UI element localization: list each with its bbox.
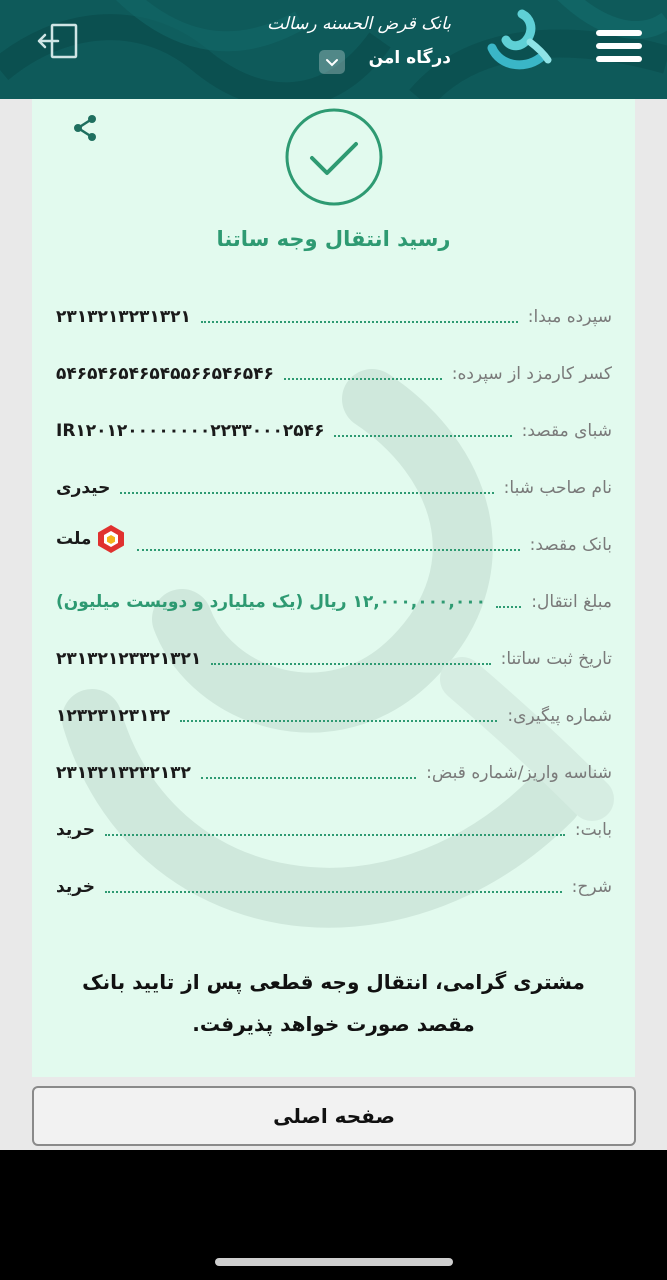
row-destination-sheba: شبای مقصد: IR۱۲۰۱۲۰۰۰۰۰۰۰۰۲۲۳۳۰۰۰۲۵۴۶ bbox=[56, 411, 612, 447]
row-label: بانک مقصد: bbox=[529, 535, 612, 555]
row-label: بابت: bbox=[574, 820, 612, 840]
row-value: ۵۴۶۵۴۶۵۴۶۵۴۵۵۶۶۵۴۶۵۴۶ bbox=[56, 364, 274, 384]
row-fee-account: کسر کارمزد از سپرده: ۵۴۶۵۴۶۵۴۶۵۴۵۵۶۶۵۴۶۵… bbox=[56, 354, 612, 390]
row-sheba-owner: نام صاحب شبا: حیدری bbox=[56, 468, 612, 504]
dotted-leader bbox=[211, 663, 491, 665]
row-satna-date: تاریخ ثبت ساتنا: ۲۳۱۳۲۱۲۳۳۲۱۳۲۱ bbox=[56, 639, 612, 675]
row-value-bank: ملت bbox=[56, 523, 127, 561]
row-value: خرید bbox=[56, 877, 96, 897]
hamburger-menu-icon[interactable] bbox=[596, 30, 642, 64]
secure-gateway-label: درگاه امن bbox=[368, 48, 451, 68]
row-label: شبای مقصد: bbox=[521, 421, 612, 441]
check-circle-icon bbox=[285, 108, 383, 206]
dotted-leader bbox=[137, 549, 520, 551]
customer-notice: مشتری گرامی، انتقال وجه قطعی پس از تایید… bbox=[82, 970, 585, 1036]
dotted-leader bbox=[495, 606, 522, 608]
dotted-leader bbox=[120, 492, 494, 494]
share-icon[interactable] bbox=[70, 113, 100, 143]
dotted-leader bbox=[180, 720, 498, 722]
logout-icon[interactable] bbox=[36, 22, 80, 60]
chevron-down-icon[interactable] bbox=[319, 50, 345, 74]
row-transfer-amount: مبلغ انتقال: ۱۲,۰۰۰,۰۰۰,۰۰۰ ریال (یک میل… bbox=[56, 582, 612, 618]
row-value: حرید bbox=[56, 820, 96, 840]
receipt-torn-edge bbox=[32, 1062, 635, 1074]
dotted-leader bbox=[105, 891, 562, 893]
row-value: IR۱۲۰۱۲۰۰۰۰۰۰۰۰۲۲۳۳۰۰۰۲۵۴۶ bbox=[56, 421, 325, 441]
row-label: تاریخ ثبت ساتنا: bbox=[500, 649, 612, 669]
receipt-title: رسید انتقال وجه ساتنا bbox=[216, 227, 451, 251]
row-destination-bank: بانک مقصد: ملت bbox=[56, 525, 612, 561]
row-value: ۲۳۱۳۲۱۳۲۳۲۱۳۲ bbox=[56, 763, 191, 783]
row-value: ۱۲۳۲۳۱۲۳۱۳۲ bbox=[56, 706, 171, 726]
home-page-button[interactable]: صفحه اصلی bbox=[32, 1086, 636, 1146]
dotted-leader bbox=[283, 378, 442, 380]
row-label: نام صاحب شبا: bbox=[503, 478, 612, 498]
dotted-leader bbox=[200, 321, 518, 323]
row-label: شرح: bbox=[571, 877, 612, 897]
row-value: ۲۳۱۳۲۱۳۲۳۱۳۲۱ bbox=[56, 307, 191, 327]
row-value: ۱۲,۰۰۰,۰۰۰,۰۰۰ ریال (یک میلیارد و دویست … bbox=[56, 592, 486, 612]
row-value: حیدری bbox=[56, 478, 111, 498]
row-value: ۲۳۱۳۲۱۲۳۳۲۱۳۲۱ bbox=[56, 649, 202, 669]
home-indicator[interactable] bbox=[215, 1258, 453, 1266]
bank-name-text: ملت bbox=[56, 529, 92, 549]
receipt-card: رسید انتقال وجه ساتنا سپرده مبدا: ۲۳۱۳۲۱… bbox=[32, 99, 635, 1077]
row-label: کسر کارمزد از سپرده: bbox=[451, 364, 612, 384]
row-label: شناسه واریز/شماره قبض: bbox=[426, 763, 612, 783]
row-label: مبلغ انتقال: bbox=[531, 592, 612, 612]
dotted-leader bbox=[105, 834, 565, 836]
row-tracking-number: شماره پیگیری: ۱۲۳۲۳۱۲۳۱۳۲ bbox=[56, 696, 612, 732]
row-label: شماره پیگیری: bbox=[507, 706, 612, 726]
dotted-leader bbox=[200, 777, 417, 779]
mellat-bank-logo-icon bbox=[98, 525, 125, 553]
row-source-account: سپرده مبدا: ۲۳۱۳۲۱۳۲۳۱۳۲۱ bbox=[56, 297, 612, 333]
row-description: شرح: خرید bbox=[56, 867, 612, 903]
bank-name: بانک قرض الحسنه رسالت bbox=[267, 14, 451, 34]
row-deposit-id: شناسه واریز/شماره قبض: ۲۳۱۳۲۱۳۲۳۲۱۳۲ bbox=[56, 753, 612, 789]
dotted-leader bbox=[334, 435, 512, 437]
resalat-logo-icon bbox=[487, 9, 552, 70]
app-screen: بانک قرض الحسنه رسالت درگاه امن رسید انت… bbox=[0, 0, 667, 1280]
app-header: بانک قرض الحسنه رسالت درگاه امن bbox=[0, 0, 667, 99]
row-purpose: بابت: حرید bbox=[56, 810, 612, 846]
row-label: سپرده مبدا: bbox=[527, 307, 612, 327]
